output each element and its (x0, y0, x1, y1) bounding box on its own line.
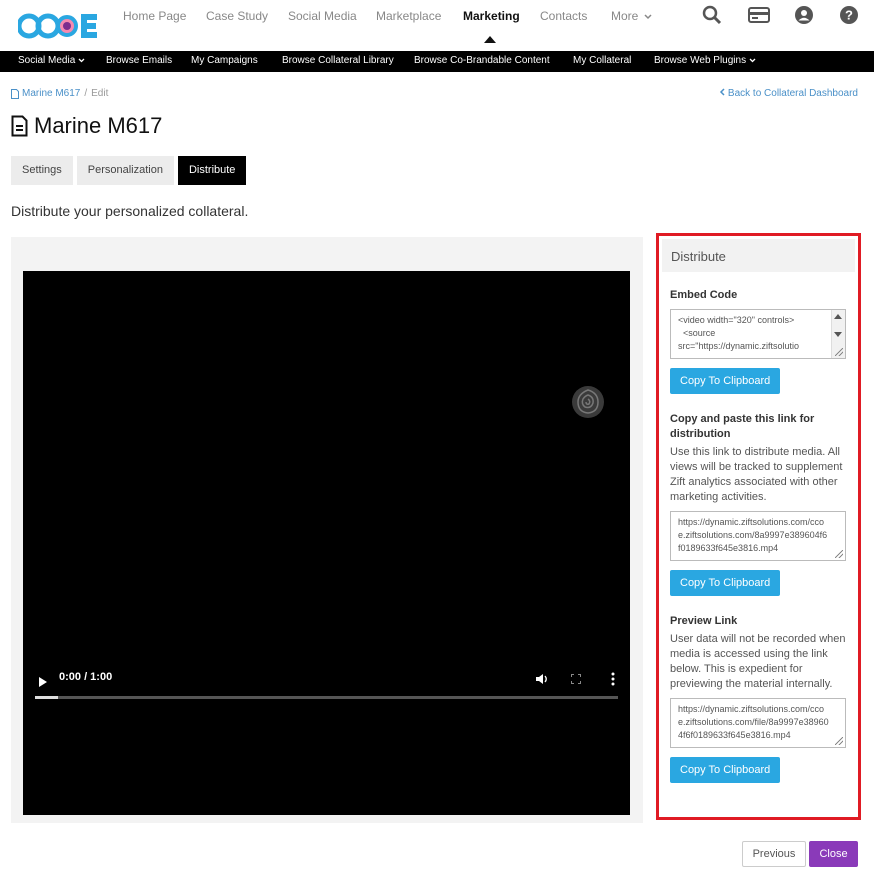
nav-case-study[interactable]: Case Study (206, 9, 268, 23)
back-link-label: Back to Collateral Dashboard (727, 88, 858, 99)
fullscreen-icon[interactable] (571, 674, 581, 684)
embed-code-title: Embed Code (670, 289, 738, 301)
intro-text: Distribute your personalized collateral. (11, 203, 249, 219)
more-options-icon[interactable] (611, 672, 615, 686)
subnav-my-collateral[interactable]: My Collateral (573, 55, 631, 66)
subnav-social-media-label: Social Media (18, 55, 76, 66)
subnav-browse-co-brandable-content[interactable]: Browse Co-Brandable Content (414, 55, 550, 66)
scroll-up-icon[interactable] (834, 314, 842, 319)
document-icon (11, 115, 28, 137)
distribute-panel: Distribute Embed Code <video width="320"… (656, 233, 861, 820)
distribution-link-description: Use this link to distribute media. All v… (670, 446, 843, 503)
distribute-panel-heading: Distribute (662, 239, 855, 272)
back-to-dashboard-link[interactable]: Back to Collateral Dashboard (719, 88, 858, 99)
video-player[interactable]: 0:00 / 1:00 (23, 271, 630, 815)
embed-code-textarea[interactable]: <video width="320" controls> <source src… (670, 309, 846, 359)
subnav-browse-web-plugins-label: Browse Web Plugins (654, 55, 747, 66)
previous-button[interactable]: Previous (742, 841, 806, 867)
preview-link-textarea[interactable]: https://dynamic.ziftsolutions.com/ccoe.z… (670, 698, 846, 748)
page-title-text: Marine M617 (34, 113, 163, 138)
document-icon (11, 88, 19, 99)
chevron-down-icon (749, 58, 756, 63)
resize-handle-icon[interactable] (835, 737, 843, 745)
subnav-my-campaigns[interactable]: My Campaigns (191, 55, 258, 66)
page-title: Marine M617 (11, 113, 162, 139)
volume-icon[interactable] (535, 672, 549, 686)
video-progress-fill (35, 696, 59, 699)
video-progress-bar[interactable] (35, 696, 618, 699)
distribute-panel-body: Embed Code <video width="320" controls> … (670, 288, 848, 783)
distribution-link-title: Copy and paste this link for distributio… (670, 413, 815, 440)
active-nav-indicator (484, 36, 496, 43)
nav-social-media[interactable]: Social Media (288, 9, 357, 23)
svg-text:?: ? (845, 8, 853, 23)
video-controls: 0:00 / 1:00 (23, 671, 630, 701)
nav-more[interactable]: More (611, 9, 652, 23)
preview-link-description: User data will not be recorded when medi… (670, 633, 846, 690)
tab-settings[interactable]: Settings (11, 156, 73, 185)
chevron-left-icon (720, 88, 725, 96)
scroll-down-icon[interactable] (834, 332, 842, 337)
search-icon[interactable] (702, 5, 722, 25)
play-icon[interactable] (39, 677, 47, 687)
top-navigation: Home Page Case Study Social Media Market… (0, 0, 874, 51)
ccoe-logo[interactable] (18, 6, 100, 46)
user-icon[interactable] (794, 5, 814, 25)
chevron-down-icon (78, 58, 85, 63)
breadcrumb-current: Edit (91, 88, 109, 99)
nav-marketing[interactable]: Marketing (463, 9, 520, 23)
card-icon[interactable] (748, 5, 770, 25)
nav-home-page[interactable]: Home Page (123, 9, 186, 23)
close-button[interactable]: Close (809, 841, 858, 867)
copy-distribution-link-button[interactable]: Copy To Clipboard (670, 570, 781, 596)
video-container: 0:00 / 1:00 (11, 237, 643, 823)
copy-preview-link-button[interactable]: Copy To Clipboard (670, 757, 781, 783)
help-icon[interactable]: ? (839, 5, 859, 25)
chevron-down-icon (644, 14, 652, 20)
subnav-browse-web-plugins[interactable]: Browse Web Plugins (654, 55, 756, 66)
nav-marketplace[interactable]: Marketplace (376, 9, 441, 23)
copy-embed-code-button[interactable]: Copy To Clipboard (670, 368, 781, 394)
subnav-browse-collateral-library[interactable]: Browse Collateral Library (282, 55, 394, 66)
breadcrumb: Marine M617 / Edit (11, 88, 108, 99)
sub-navigation: Social Media Browse Emails My Campaigns … (0, 51, 874, 72)
tab-distribute[interactable]: Distribute (177, 156, 247, 185)
resize-handle-icon[interactable] (835, 550, 843, 558)
subnav-social-media[interactable]: Social Media (18, 55, 85, 66)
video-time: 0:00 / 1:00 (59, 671, 113, 683)
breadcrumb-item-link[interactable]: Marine M617 (11, 88, 80, 99)
resize-handle-icon[interactable] (835, 348, 843, 356)
distribution-link-textarea[interactable]: https://dynamic.ziftsolutions.com/ccoe.z… (670, 511, 846, 561)
tab-personalization[interactable]: Personalization (76, 156, 174, 185)
tab-bar: Settings Personalization Distribute (11, 156, 247, 185)
breadcrumb-item-label: Marine M617 (22, 88, 81, 99)
nav-contacts[interactable]: Contacts (540, 9, 587, 23)
preview-link-title: Preview Link (670, 615, 738, 627)
breadcrumb-separator: / (84, 88, 88, 99)
rose-watermark-icon (572, 386, 604, 418)
subnav-browse-emails[interactable]: Browse Emails (106, 55, 172, 66)
nav-more-label: More (611, 9, 639, 23)
